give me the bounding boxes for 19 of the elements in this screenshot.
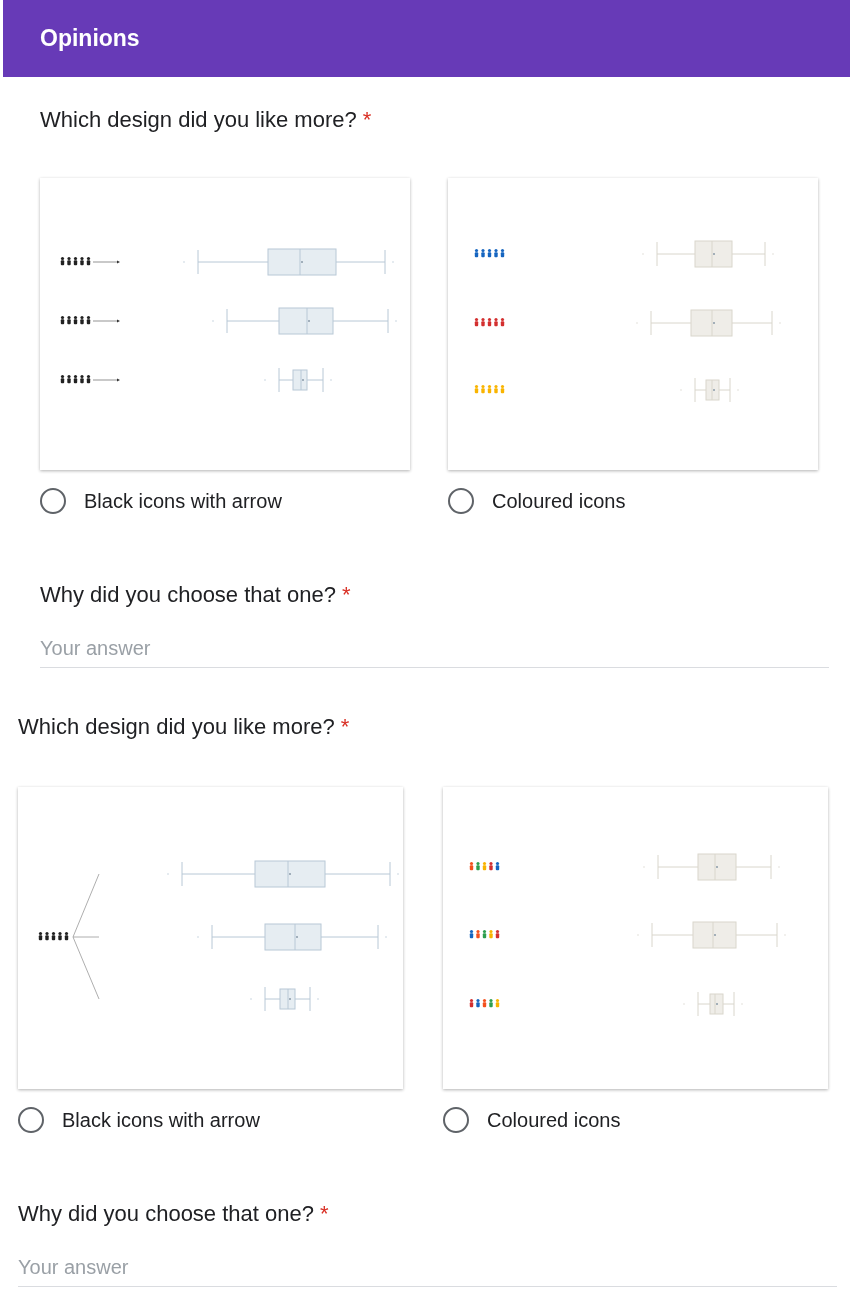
option-label: Coloured icons <box>492 489 626 514</box>
radio-button[interactable] <box>443 1107 469 1133</box>
radio-button[interactable] <box>448 488 474 514</box>
answer-field[interactable]: Your answer <box>18 1252 837 1287</box>
required-mark: * <box>362 106 372 134</box>
required-mark: * <box>340 713 350 741</box>
form-title: Opinions <box>40 24 140 54</box>
answer-field[interactable]: Your answer <box>40 633 829 668</box>
question-title: Which design did you like more? <box>40 106 357 134</box>
option-label: Coloured icons <box>487 1108 621 1133</box>
radio-button[interactable] <box>18 1107 44 1133</box>
option-label: Black icons with arrow <box>84 489 282 514</box>
question-title: Which design did you like more? <box>18 713 335 741</box>
required-mark: * <box>319 1200 329 1228</box>
question-title: Why did you choose that one? <box>18 1200 314 1228</box>
radio-button[interactable] <box>40 488 66 514</box>
required-mark: * <box>341 581 351 609</box>
question-title: Why did you choose that one? <box>40 581 336 609</box>
option-label: Black icons with arrow <box>62 1108 260 1133</box>
